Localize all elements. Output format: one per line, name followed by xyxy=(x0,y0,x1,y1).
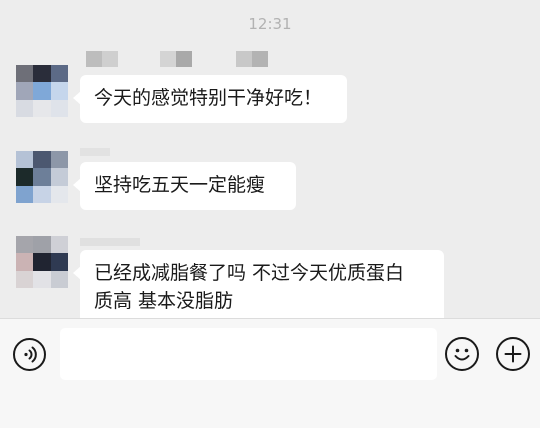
message-bubble[interactable]: 已经成减脂餐了吗 不过今天优质蛋白 质高 基本没脂肪 xyxy=(73,250,444,318)
message-time: 12:31 xyxy=(248,15,292,33)
emoji-button[interactable] xyxy=(445,337,479,371)
sender-name-mosaic xyxy=(236,51,268,67)
avatar[interactable] xyxy=(16,151,68,203)
emoji-icon xyxy=(454,348,470,361)
plus-icon xyxy=(504,345,522,363)
message-text-line: 质高 基本没脂肪 xyxy=(94,290,234,312)
voice-button[interactable] xyxy=(13,338,46,371)
message-bubble[interactable]: 坚持吃五天一定能瘦 xyxy=(73,162,296,210)
message-bubble[interactable]: 今天的感觉特别干净好吃！ xyxy=(73,75,347,123)
sender-name-mosaic xyxy=(80,238,140,246)
more-button[interactable] xyxy=(496,337,530,371)
sender-name-mosaic xyxy=(160,51,192,67)
message-text-line: 已经成减脂餐了吗 不过今天优质蛋白 xyxy=(94,262,405,284)
message-text: 今天的感觉特别干净好吃！ xyxy=(94,87,323,109)
message-input[interactable] xyxy=(60,328,437,380)
input-bar xyxy=(0,318,540,428)
message-text: 坚持吃五天一定能瘦 xyxy=(94,174,266,196)
avatar[interactable] xyxy=(16,65,68,117)
sender-name-mosaic xyxy=(86,51,118,67)
avatar[interactable] xyxy=(16,236,68,288)
voice-icon xyxy=(24,346,37,363)
chat-area: 12:31 今天的感觉特别干净好吃！ 坚持吃五天一定能瘦 已经成减脂餐了吗 不过… xyxy=(0,0,540,318)
sender-name-mosaic xyxy=(80,148,110,156)
